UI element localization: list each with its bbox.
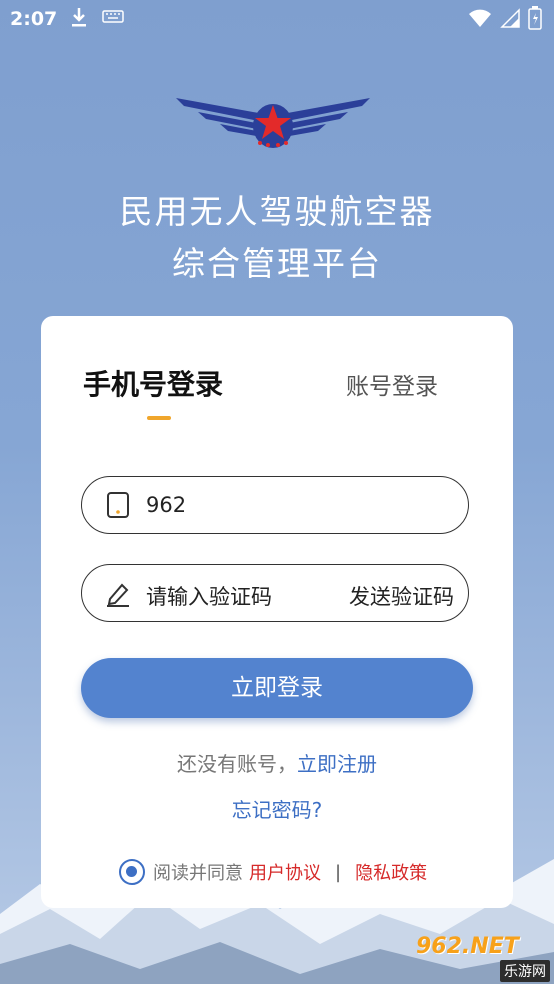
register-prompt: 还没有账号，立即注册	[41, 748, 513, 777]
forgot-password-link[interactable]: 忘记密码?	[41, 794, 513, 823]
code-field[interactable]: 请输入验证码 发送验证码	[81, 564, 469, 622]
battery-icon	[528, 6, 542, 35]
agreement-row: 阅读并同意 用户协议 | 隐私政策	[119, 859, 427, 885]
send-code-button[interactable]: 发送验证码	[349, 581, 454, 611]
pencil-icon	[107, 583, 129, 607]
app-title-line2: 综合管理平台	[172, 244, 382, 283]
tab-phone-login[interactable]: 手机号登录	[83, 363, 223, 403]
download-icon	[70, 6, 88, 33]
code-input[interactable]: 请输入验证码	[146, 581, 272, 611]
caac-wings-logo	[176, 98, 370, 148]
app-title-line1: 民用无人驾驶航空器	[119, 192, 435, 231]
tab-active-indicator	[147, 416, 171, 420]
phone-icon	[107, 492, 129, 518]
no-account-text: 还没有账号，	[177, 752, 297, 776]
policy-separator: |	[335, 861, 342, 883]
keyboard-icon	[102, 6, 124, 31]
status-bar: 2:07	[0, 0, 554, 38]
agree-radio[interactable]	[119, 859, 145, 885]
tab-account-login[interactable]: 账号登录	[346, 367, 438, 401]
login-card: 手机号登录 账号登录 962 请输入验证码 发送验证码 立即登录 还没有账号，立…	[41, 316, 513, 908]
watermark-bottom: 乐游网	[500, 960, 550, 982]
register-link[interactable]: 立即注册	[297, 752, 377, 776]
status-time: 2:07	[10, 8, 58, 30]
phone-field[interactable]: 962	[81, 476, 469, 534]
login-button[interactable]: 立即登录	[81, 658, 473, 718]
user-agreement-link[interactable]: 用户协议	[249, 859, 321, 885]
phone-input-value[interactable]: 962	[146, 493, 186, 517]
wifi-icon	[468, 8, 492, 33]
signal-icon	[500, 8, 520, 33]
watermark-top: 962.NET	[416, 934, 519, 959]
agree-text: 阅读并同意	[153, 863, 243, 884]
privacy-policy-link[interactable]: 隐私政策	[355, 859, 427, 885]
site-watermark: 962.NET 乐游网	[416, 934, 550, 982]
